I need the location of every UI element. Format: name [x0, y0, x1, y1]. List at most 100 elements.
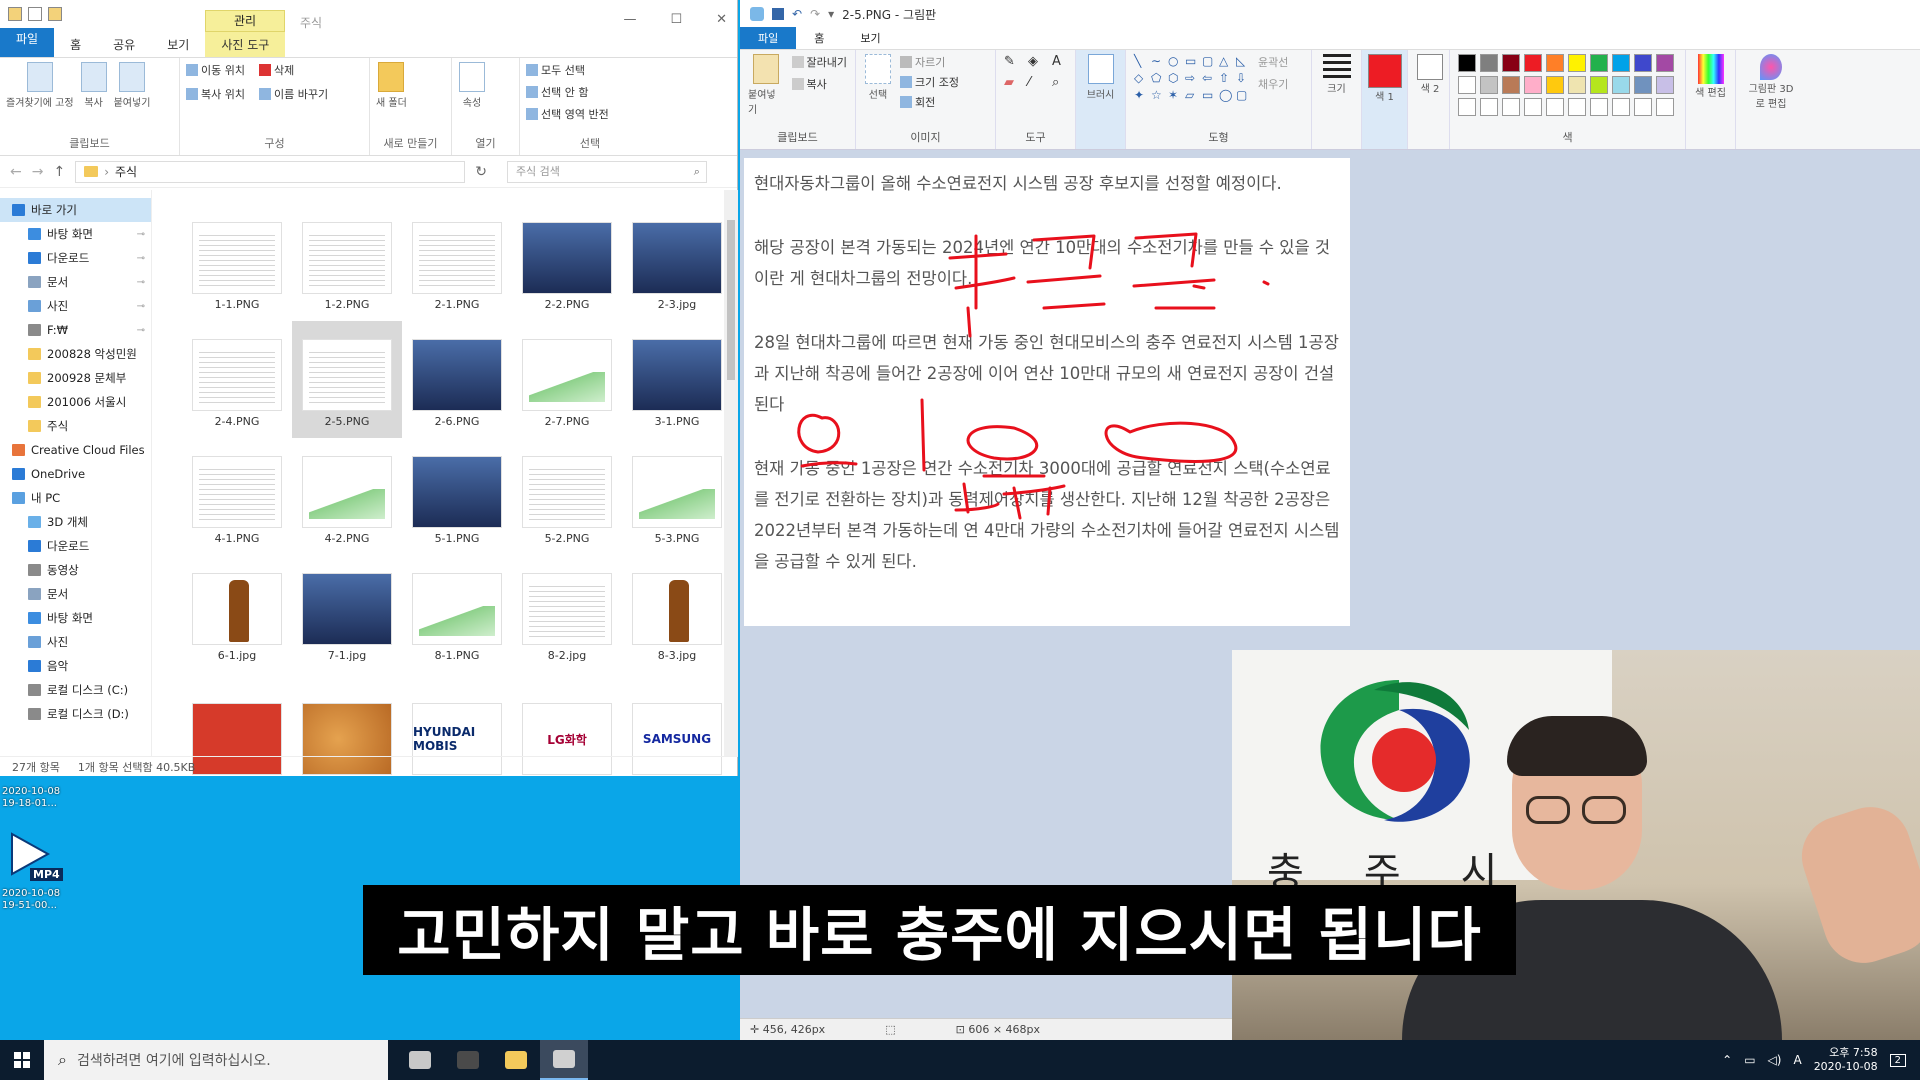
nav-item[interactable]: 문서 ⊸ — [0, 270, 151, 294]
color-picker-icon[interactable]: ⁄ — [1028, 75, 1046, 90]
file-item[interactable]: 4-1.PNG — [182, 438, 292, 555]
tab-view[interactable]: 보기 — [842, 27, 898, 49]
start-button[interactable] — [0, 1040, 44, 1080]
file-item[interactable]: 5-2.PNG — [512, 438, 622, 555]
properties-button[interactable]: 속성 — [458, 62, 486, 109]
color-swatch[interactable] — [1634, 98, 1652, 116]
file-item[interactable]: 5-1.PNG — [402, 438, 512, 555]
edit-colors-button[interactable]: 색 편집 — [1686, 50, 1736, 149]
file-item[interactable]: 2-3.jpg — [622, 204, 732, 321]
color-swatch[interactable] — [1590, 76, 1608, 94]
eraser-icon[interactable]: ▰ — [1004, 75, 1022, 90]
crop-button[interactable]: 자르기 — [900, 54, 959, 70]
color-swatch[interactable] — [1612, 76, 1630, 94]
color-swatch[interactable] — [1612, 54, 1630, 72]
properties-icon[interactable] — [28, 7, 42, 21]
color-swatch[interactable] — [1524, 76, 1542, 94]
color-swatch[interactable] — [1568, 76, 1586, 94]
color-swatch[interactable] — [1590, 98, 1608, 116]
taskbar-app-button[interactable] — [396, 1040, 444, 1080]
size-button[interactable]: 크기 — [1312, 50, 1362, 149]
notification-icon[interactable]: 2 — [1889, 1053, 1906, 1067]
tab-home[interactable]: 홈 — [54, 32, 97, 57]
color-swatch[interactable] — [1502, 54, 1520, 72]
resize-button[interactable]: 크기 조정 — [900, 74, 959, 90]
color-swatch[interactable] — [1590, 54, 1608, 72]
ime-indicator[interactable]: A — [1793, 1053, 1801, 1067]
tray-expand-icon[interactable]: ⌃ — [1722, 1053, 1732, 1067]
nav-item[interactable]: 201006 서울시 — [0, 390, 151, 414]
taskbar-app-button[interactable] — [540, 1040, 588, 1080]
file-item[interactable]: 8-3.jpg — [622, 555, 732, 672]
address-bar[interactable]: › 주식 — [75, 160, 466, 183]
color-swatch[interactable] — [1656, 76, 1674, 94]
fill-icon[interactable]: ◈ — [1028, 54, 1046, 69]
file-item[interactable]: 5-3.PNG — [622, 438, 732, 555]
color-swatch[interactable] — [1568, 98, 1586, 116]
cut-button[interactable]: 잘라내기 — [791, 54, 847, 70]
tab-file[interactable]: 파일 — [0, 26, 55, 57]
color-swatch[interactable] — [1524, 54, 1542, 72]
drawing-canvas[interactable]: 현대자동차그룹이 올해 수소연료전지 시스템 공장 후보지를 선정할 예정이다.… — [744, 158, 1350, 626]
nav-item[interactable]: Creative Cloud Files — [0, 438, 151, 462]
manage-tab[interactable]: 관리 — [205, 10, 285, 32]
copy-to-button[interactable]: 복사 위치 — [186, 86, 245, 102]
color-swatch[interactable] — [1480, 54, 1498, 72]
tab-picture-tools[interactable]: 사진 도구 — [205, 32, 286, 57]
new-folder-button[interactable]: 새 폴더 — [376, 62, 407, 109]
forward-button[interactable]: → — [32, 164, 44, 180]
nav-item[interactable]: 200928 문체부 — [0, 366, 151, 390]
color1-button[interactable]: 색 1 — [1362, 50, 1408, 149]
color-swatch[interactable] — [1458, 76, 1476, 94]
nav-item[interactable]: 3D 개체 — [0, 510, 151, 534]
clock[interactable]: 오후 7:58 2020-10-08 — [1814, 1046, 1878, 1074]
copy-button[interactable]: 복사 — [80, 62, 108, 109]
nav-item[interactable]: 동영상 — [0, 558, 151, 582]
refresh-button[interactable]: ↻ — [475, 164, 487, 180]
file-item[interactable]: 2-4.PNG — [182, 321, 292, 438]
nav-item[interactable]: F:₩ ⊸ — [0, 318, 151, 342]
pencil-icon[interactable]: ✎ — [1004, 54, 1022, 69]
nav-item[interactable]: 내 PC — [0, 486, 151, 510]
select-all-button[interactable]: 모두 선택 — [526, 62, 654, 78]
invert-selection-button[interactable]: 선택 영역 반전 — [526, 106, 654, 122]
select-button[interactable]: 선택 — [864, 54, 892, 110]
color-swatch[interactable] — [1458, 54, 1476, 72]
copy-button[interactable]: 복사 — [791, 76, 847, 92]
back-button[interactable]: ← — [10, 164, 22, 180]
file-item[interactable]: 2-6.PNG — [402, 321, 512, 438]
file-item[interactable]: 2-2.PNG — [512, 204, 622, 321]
file-item[interactable]: 1-2.PNG — [292, 204, 402, 321]
folder-icon[interactable] — [8, 7, 22, 21]
tab-file[interactable]: 파일 — [740, 27, 797, 49]
search-input[interactable]: 주식 검색 ⌕ — [506, 160, 707, 183]
file-item[interactable]: 1-1.PNG — [182, 204, 292, 321]
taskbar-app-button[interactable] — [444, 1040, 492, 1080]
file-item[interactable]: 2-5.PNG — [292, 321, 402, 438]
nav-item[interactable]: 사진 — [0, 630, 151, 654]
nav-item[interactable]: 바탕 화면 — [0, 606, 151, 630]
network-icon[interactable]: ▭ — [1744, 1053, 1755, 1067]
rotate-button[interactable]: 회전 — [900, 94, 959, 110]
brush-button[interactable]: 브러시 — [1076, 50, 1126, 149]
file-item[interactable]: 2-1.PNG — [402, 204, 512, 321]
nav-item[interactable]: 다운로드 — [0, 534, 151, 558]
tab-view[interactable]: 보기 — [151, 32, 205, 57]
tab-share[interactable]: 공유 — [97, 32, 151, 57]
nav-item[interactable]: 사진 ⊸ — [0, 294, 151, 318]
file-item[interactable]: 7-1.jpg — [292, 555, 402, 672]
rename-button[interactable]: 이름 바꾸기 — [258, 86, 328, 102]
volume-icon[interactable]: ◁) — [1768, 1053, 1782, 1067]
minimize-button[interactable]: — — [623, 12, 636, 27]
new-folder-icon[interactable] — [48, 7, 62, 21]
tab-home[interactable]: 홈 — [796, 27, 842, 49]
taskbar-app-button[interactable] — [492, 1040, 540, 1080]
color-swatch[interactable] — [1502, 76, 1520, 94]
nav-item[interactable]: 문서 — [0, 582, 151, 606]
color-swatch[interactable] — [1546, 54, 1564, 72]
paste-button[interactable]: 붙여넣기 — [748, 54, 784, 116]
file-item[interactable]: 8-1.PNG — [402, 555, 512, 672]
mp4-file-icon[interactable]: MP4 — [8, 832, 63, 882]
nav-item[interactable]: 로컬 디스크 (C:) — [0, 678, 151, 702]
save-icon[interactable] — [772, 8, 784, 20]
